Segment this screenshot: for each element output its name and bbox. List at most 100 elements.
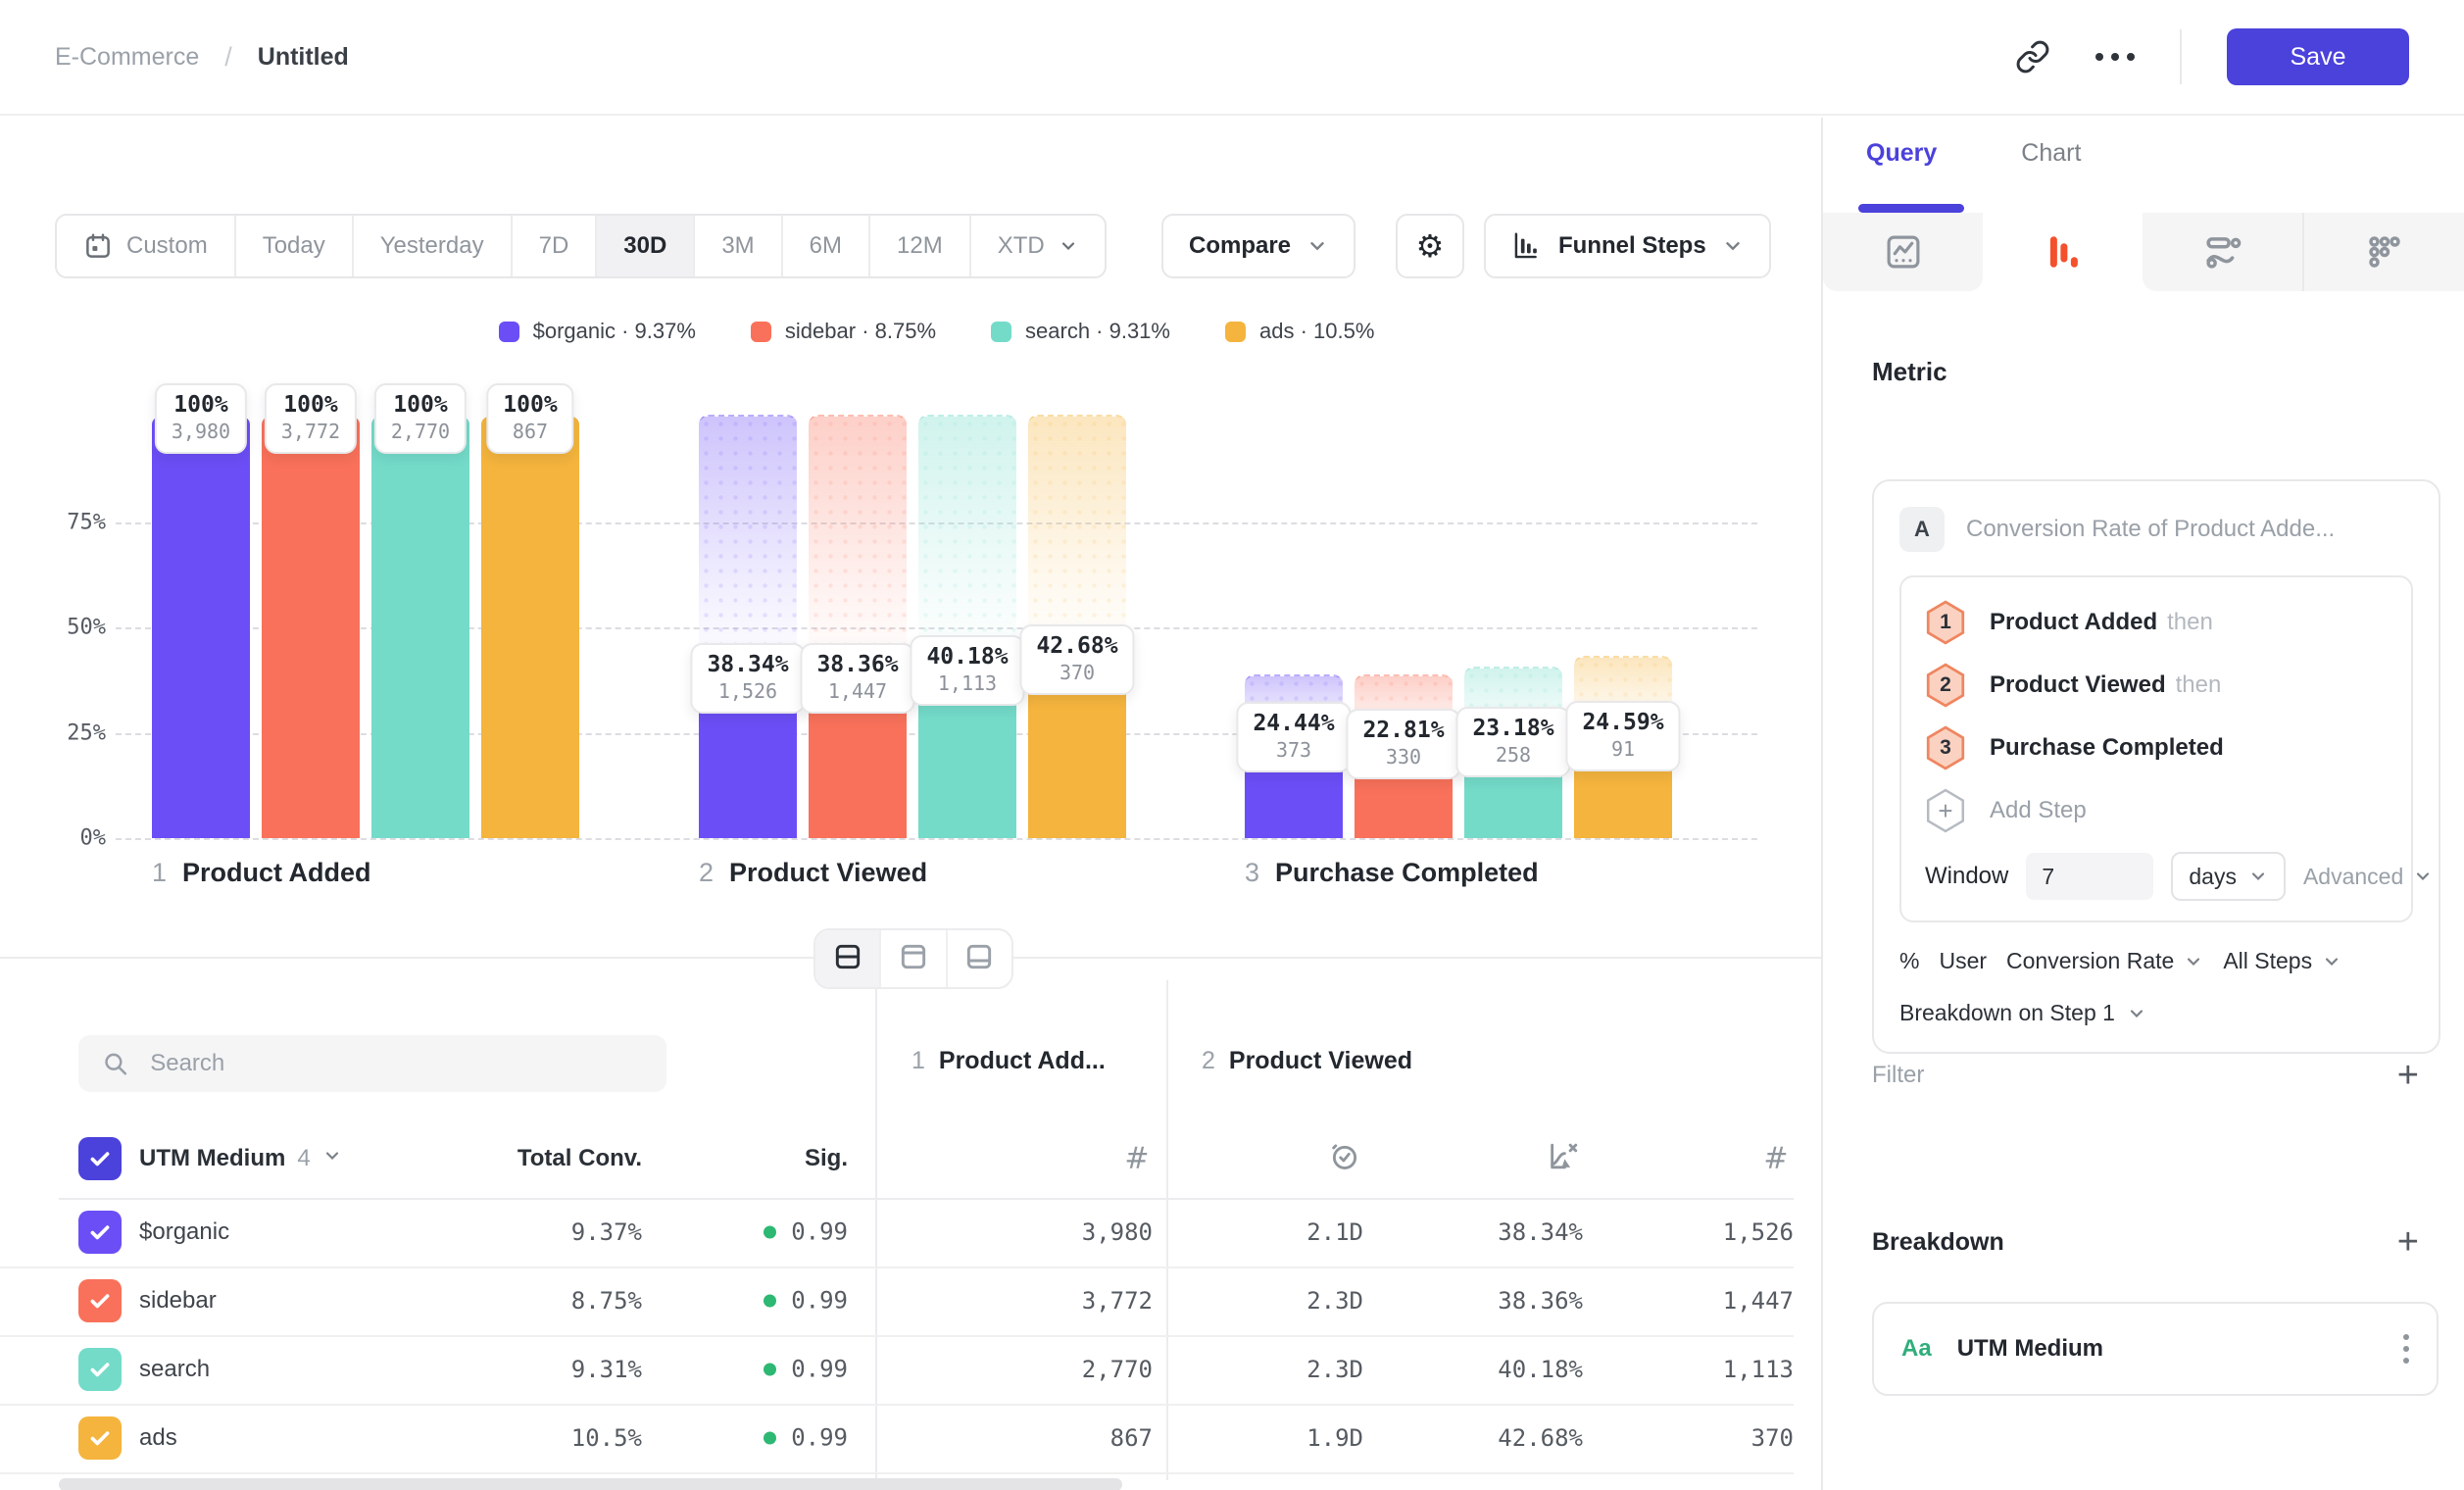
bar-value-label: 23.18%258: [1455, 707, 1570, 777]
step-hexagon-icon: 1: [1925, 600, 1966, 645]
date-range-yesterday[interactable]: Yesterday: [354, 216, 513, 276]
sig-header[interactable]: Sig.: [750, 1145, 848, 1172]
page-title[interactable]: Untitled: [258, 43, 349, 72]
breadcrumb-project[interactable]: E-Commerce: [55, 43, 199, 72]
date-range-3m[interactable]: 3M: [695, 216, 782, 276]
avg-time-column-icon[interactable]: [1328, 1140, 1361, 1178]
step-hex-number: 1: [1940, 611, 1951, 634]
legend-item[interactable]: ads · 10.5%: [1225, 319, 1374, 344]
add-filter-button[interactable]: +: [2397, 1057, 2419, 1094]
total-conv-header[interactable]: Total Conv.: [466, 1145, 642, 1172]
date-range-12m[interactable]: 12M: [870, 216, 971, 276]
horizontal-scrollbar[interactable]: [59, 1478, 1122, 1490]
tab-flow-chart-icon[interactable]: [2143, 213, 2304, 291]
date-range-6m[interactable]: 6M: [783, 216, 870, 276]
breakdown-label: Breakdown: [1872, 1228, 2004, 1257]
legend-item[interactable]: sidebar · 8.75%: [751, 319, 936, 344]
conversion-column-icon[interactable]: [1547, 1140, 1580, 1178]
chart-legend: $organic · 9.37% sidebar · 8.75% search · …: [116, 319, 1757, 344]
bar-pct: 24.59%: [1582, 710, 1663, 735]
funnel-plot: 100%3,980100%3,772100%2,770100%867 38.34%…: [116, 417, 1757, 838]
funnel-bar-ads[interactable]: 42.68%370: [1028, 417, 1126, 838]
measure-metric-dropdown[interactable]: Conversion Rate: [2006, 948, 2203, 974]
breakdown-on-step-dropdown[interactable]: Breakdown on Step 1: [1899, 1000, 2413, 1026]
date-range-custom[interactable]: Custom: [57, 216, 236, 276]
funnel-bar-$organic[interactable]: 38.34%1,526: [699, 417, 797, 838]
breakdown-column-header[interactable]: UTM Medium 4: [139, 1145, 342, 1172]
table-row-search[interactable]: search9.31%0.992,7702.3D40.18%1,113: [0, 1335, 1794, 1406]
metric-card: A Conversion Rate of Product Adde... 1Pr…: [1872, 479, 2440, 1054]
tab-matrix-chart-icon[interactable]: [2304, 213, 2464, 291]
chart-toolbar: CustomTodayYesterday7D30D3M6M12MXTD Comp…: [55, 214, 1782, 278]
add-step-button[interactable]: + Add Step: [1925, 779, 2388, 842]
tab-funnel-chart-icon[interactable]: [1983, 213, 2143, 291]
query-step-1[interactable]: 1Product Addedthen: [1925, 591, 2388, 654]
funnel-step-group: 24.44%37322.81%33023.18%25824.59%91: [1245, 417, 1672, 838]
tab-chart[interactable]: Chart: [2021, 139, 2081, 168]
date-range-30d[interactable]: 30D: [597, 216, 695, 276]
window-value-input[interactable]: [2026, 853, 2153, 900]
query-step-2[interactable]: 2Product Viewedthen: [1925, 654, 2388, 717]
chevron-down-icon: [2413, 867, 2433, 886]
legend-swatch: [1225, 322, 1246, 342]
step-number: 1: [912, 1047, 925, 1075]
funnel-bar-$organic[interactable]: 100%3,980: [152, 417, 250, 838]
table-row-ads[interactable]: ads10.5%0.998671.9D42.68%370: [0, 1404, 1794, 1474]
metric-badge: A: [1899, 507, 1945, 552]
table-row-sidebar[interactable]: sidebar8.75%0.993,7722.3D38.36%1,447: [0, 1266, 1794, 1337]
date-range-7d[interactable]: 7D: [513, 216, 598, 276]
measure-scope-dropdown[interactable]: All Steps: [2223, 948, 2341, 974]
funnel-bar-sidebar[interactable]: 38.36%1,447: [809, 417, 907, 838]
funnel-bar-sidebar[interactable]: 22.81%330: [1355, 417, 1453, 838]
bar-value-label: 42.68%370: [1019, 624, 1134, 695]
funnel-bar-$organic[interactable]: 24.44%373: [1245, 417, 1343, 838]
funnel-bar-search[interactable]: 40.18%1,113: [918, 417, 1016, 838]
breakdown-item-card[interactable]: Aa UTM Medium: [1872, 1302, 2439, 1396]
search-input[interactable]: [148, 1049, 643, 1078]
window-unit-select[interactable]: days: [2171, 852, 2286, 901]
select-all-checkbox[interactable]: [78, 1137, 122, 1180]
funnel-bar-sidebar[interactable]: 100%3,772: [262, 417, 360, 838]
query-step-3[interactable]: 3Purchase Completed: [1925, 717, 2388, 779]
check-icon: [87, 1146, 113, 1171]
share-link-icon[interactable]: [2015, 39, 2050, 74]
legend-item[interactable]: $organic · 9.37%: [499, 319, 696, 344]
metric-title-row[interactable]: A Conversion Rate of Product Adde...: [1899, 507, 2413, 552]
advanced-toggle[interactable]: Advanced: [2303, 864, 2433, 890]
tab-query[interactable]: Query: [1866, 139, 1937, 168]
row-metric-cell: 1,447: [0, 1287, 1794, 1315]
chart-settings-button[interactable]: ⚙: [1396, 214, 1464, 278]
funnel-bar-search[interactable]: 23.18%258: [1464, 417, 1562, 838]
bar-count: 3,772: [281, 420, 340, 443]
step-event-name: Product Viewedthen: [1990, 671, 2221, 699]
funnel-bar-ads[interactable]: 100%867: [481, 417, 579, 838]
count-column-icon[interactable]: #: [1124, 1142, 1149, 1176]
top-header: E-Commerce / Untitled Save: [0, 0, 2464, 116]
save-button[interactable]: Save: [2227, 28, 2409, 85]
funnel-bar-ads[interactable]: 24.59%91: [1574, 417, 1672, 838]
breakdown-item-menu-icon[interactable]: [2403, 1334, 2409, 1364]
chart-type-label: Funnel Steps: [1558, 232, 1706, 260]
date-range-xtd[interactable]: XTD: [971, 216, 1105, 276]
table-row-organic[interactable]: $organic9.37%0.993,9802.1D38.34%1,526: [0, 1198, 1794, 1268]
advanced-label: Advanced: [2303, 864, 2403, 890]
compare-button[interactable]: Compare: [1161, 214, 1355, 278]
chevron-down-icon: [322, 1146, 342, 1166]
layout-toggle-split-view[interactable]: [815, 930, 881, 987]
legend-swatch: [499, 322, 519, 342]
add-breakdown-button[interactable]: +: [2397, 1223, 2419, 1261]
legend-item[interactable]: search · 9.31%: [991, 319, 1170, 344]
funnel-bar-search[interactable]: 100%2,770: [371, 417, 469, 838]
layout-toggle-top-panel-view[interactable]: [881, 930, 947, 987]
date-range-today[interactable]: Today: [236, 216, 354, 276]
legend-label: ads · 10.5%: [1259, 319, 1374, 344]
chart-type-button[interactable]: Funnel Steps: [1484, 214, 1771, 278]
count-column-icon[interactable]: #: [1763, 1142, 1788, 1176]
tab-line-chart-icon[interactable]: [1823, 213, 1983, 291]
bar-value-label: 24.59%91: [1565, 701, 1680, 771]
bar-count: 2,770: [391, 420, 450, 443]
chevron-down-icon: [2248, 867, 2268, 886]
more-options-icon[interactable]: [2095, 53, 2135, 61]
measure-user-label[interactable]: User: [1939, 948, 1987, 974]
layout-toggle-bottom-panel-view[interactable]: [948, 930, 1011, 987]
